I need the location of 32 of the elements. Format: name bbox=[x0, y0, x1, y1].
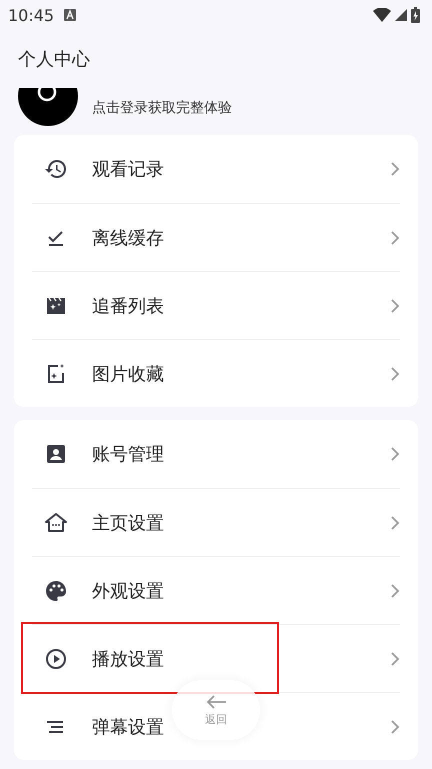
menu-item-label[interactable]: 追番列表 bbox=[92, 294, 164, 318]
page-title: 个人中心 bbox=[17, 48, 91, 72]
chevron-icon[interactable] bbox=[390, 298, 400, 314]
chevron-icon[interactable] bbox=[390, 161, 400, 177]
chevron-icon[interactable] bbox=[390, 230, 400, 246]
palette-icon bbox=[44, 578, 68, 602]
menu-item-label[interactable]: 图片收藏 bbox=[92, 362, 164, 386]
history-icon bbox=[44, 157, 68, 181]
menu-item-label[interactable]: 主页设置 bbox=[92, 510, 164, 534]
menu-item-label[interactable]: 账号管理 bbox=[92, 442, 164, 466]
menu-item-label[interactable]: 离线缓存 bbox=[92, 226, 164, 250]
home-icon bbox=[44, 510, 68, 534]
back-arrow-icon bbox=[205, 694, 227, 710]
chevron-icon[interactable] bbox=[390, 446, 400, 462]
chevron-icon[interactable] bbox=[390, 366, 400, 382]
menu-item-label[interactable]: 播放设置 bbox=[92, 646, 164, 670]
chevron-icon[interactable] bbox=[390, 718, 400, 734]
menu-item-label[interactable]: 外观设置 bbox=[92, 578, 164, 602]
signal-icon bbox=[395, 9, 407, 21]
chevron-icon[interactable] bbox=[390, 514, 400, 530]
login-prompt[interactable]: 点击登录获取完整体验 bbox=[92, 99, 232, 117]
account-icon bbox=[44, 442, 68, 466]
battery-icon bbox=[411, 7, 420, 23]
menu-item-label[interactable]: 弹幕设置 bbox=[92, 714, 164, 738]
chevron-icon[interactable] bbox=[390, 582, 400, 598]
avatar-icon[interactable] bbox=[18, 88, 78, 128]
notification-icon bbox=[64, 9, 76, 21]
menu-item-label[interactable]: 观看记录 bbox=[92, 157, 164, 181]
play-icon bbox=[44, 646, 68, 670]
chevron-icon[interactable] bbox=[390, 650, 400, 666]
status-time: 10:45 bbox=[8, 6, 54, 24]
wifi-icon bbox=[373, 8, 391, 22]
